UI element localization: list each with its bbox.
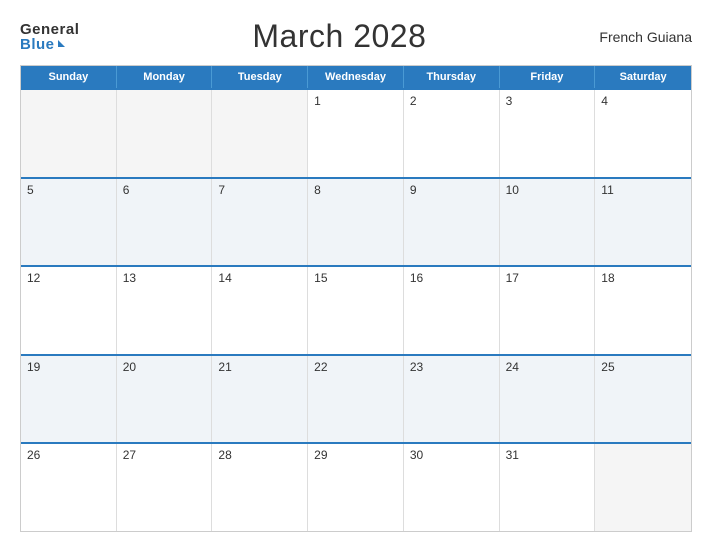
day-cell: 24 bbox=[500, 356, 596, 443]
day-header-wednesday: Wednesday bbox=[308, 66, 404, 88]
day-number: 3 bbox=[506, 94, 513, 108]
day-number: 28 bbox=[218, 448, 231, 462]
day-cell: 18 bbox=[595, 267, 691, 354]
day-headers-row: SundayMondayTuesdayWednesdayThursdayFrid… bbox=[21, 66, 691, 88]
day-number: 19 bbox=[27, 360, 40, 374]
week-row-1: 1 2 3 4 bbox=[21, 88, 691, 177]
day-number: 12 bbox=[27, 271, 40, 285]
day-number: 4 bbox=[601, 94, 608, 108]
day-cell: 2 bbox=[404, 90, 500, 177]
day-cell bbox=[212, 90, 308, 177]
day-cell: 22 bbox=[308, 356, 404, 443]
day-number: 2 bbox=[410, 94, 417, 108]
day-number: 15 bbox=[314, 271, 327, 285]
day-number: 13 bbox=[123, 271, 136, 285]
day-number: 9 bbox=[410, 183, 417, 197]
day-number: 17 bbox=[506, 271, 519, 285]
logo-blue-text: Blue bbox=[20, 37, 55, 52]
day-cell bbox=[117, 90, 213, 177]
day-header-thursday: Thursday bbox=[404, 66, 500, 88]
day-number: 22 bbox=[314, 360, 327, 374]
day-cell: 17 bbox=[500, 267, 596, 354]
weeks-container: 1234567891011121314151617181920212223242… bbox=[21, 88, 691, 531]
day-cell: 10 bbox=[500, 179, 596, 266]
day-cell: 29 bbox=[308, 444, 404, 531]
day-number: 26 bbox=[27, 448, 40, 462]
calendar-title: March 2028 bbox=[252, 18, 426, 55]
day-number: 11 bbox=[601, 183, 613, 197]
day-number: 21 bbox=[218, 360, 231, 374]
day-cell: 16 bbox=[404, 267, 500, 354]
logo-triangle-icon bbox=[58, 40, 65, 47]
day-number: 6 bbox=[123, 183, 130, 197]
day-header-saturday: Saturday bbox=[595, 66, 691, 88]
day-cell: 3 bbox=[500, 90, 596, 177]
logo-blue-row: Blue bbox=[20, 37, 65, 52]
day-cell: 25 bbox=[595, 356, 691, 443]
day-cell: 7 bbox=[212, 179, 308, 266]
day-cell: 8 bbox=[308, 179, 404, 266]
day-cell: 20 bbox=[117, 356, 213, 443]
day-number: 14 bbox=[218, 271, 231, 285]
day-header-tuesday: Tuesday bbox=[212, 66, 308, 88]
day-cell: 13 bbox=[117, 267, 213, 354]
day-number: 29 bbox=[314, 448, 327, 462]
logo: General Blue bbox=[20, 22, 79, 52]
day-number: 20 bbox=[123, 360, 136, 374]
day-cell: 30 bbox=[404, 444, 500, 531]
week-row-3: 12 13 14 15 16 17 18 bbox=[21, 265, 691, 354]
day-number: 31 bbox=[506, 448, 519, 462]
day-number: 1 bbox=[314, 94, 321, 108]
day-number: 10 bbox=[506, 183, 519, 197]
page: General Blue March 2028 French Guiana Su… bbox=[0, 0, 712, 550]
week-row-4: 19 20 21 22 23 24 25 bbox=[21, 354, 691, 443]
day-cell: 19 bbox=[21, 356, 117, 443]
day-cell: 31 bbox=[500, 444, 596, 531]
day-cell: 14 bbox=[212, 267, 308, 354]
day-cell: 9 bbox=[404, 179, 500, 266]
calendar-grid: SundayMondayTuesdayWednesdayThursdayFrid… bbox=[20, 65, 692, 532]
day-cell: 28 bbox=[212, 444, 308, 531]
day-cell: 1 bbox=[308, 90, 404, 177]
day-cell: 23 bbox=[404, 356, 500, 443]
day-header-friday: Friday bbox=[500, 66, 596, 88]
day-number: 30 bbox=[410, 448, 423, 462]
day-number: 5 bbox=[27, 183, 34, 197]
week-row-2: 5 6 7 8 9 10 11 bbox=[21, 177, 691, 266]
day-cell: 6 bbox=[117, 179, 213, 266]
day-number: 16 bbox=[410, 271, 423, 285]
header: General Blue March 2028 French Guiana bbox=[20, 18, 692, 55]
day-cell bbox=[595, 444, 691, 531]
day-cell: 27 bbox=[117, 444, 213, 531]
day-number: 27 bbox=[123, 448, 136, 462]
day-number: 8 bbox=[314, 183, 321, 197]
day-header-sunday: Sunday bbox=[21, 66, 117, 88]
region-label: French Guiana bbox=[599, 29, 692, 45]
day-header-monday: Monday bbox=[117, 66, 213, 88]
day-number: 23 bbox=[410, 360, 423, 374]
day-number: 18 bbox=[601, 271, 614, 285]
day-cell: 26 bbox=[21, 444, 117, 531]
day-cell: 15 bbox=[308, 267, 404, 354]
day-cell: 21 bbox=[212, 356, 308, 443]
day-number: 25 bbox=[601, 360, 614, 374]
day-cell: 4 bbox=[595, 90, 691, 177]
logo-general-text: General bbox=[20, 22, 79, 37]
day-cell: 5 bbox=[21, 179, 117, 266]
day-number: 7 bbox=[218, 183, 225, 197]
day-cell: 11 bbox=[595, 179, 691, 266]
week-row-5: 26 27 28 29 30 31 bbox=[21, 442, 691, 531]
day-number: 24 bbox=[506, 360, 519, 374]
day-cell bbox=[21, 90, 117, 177]
day-cell: 12 bbox=[21, 267, 117, 354]
